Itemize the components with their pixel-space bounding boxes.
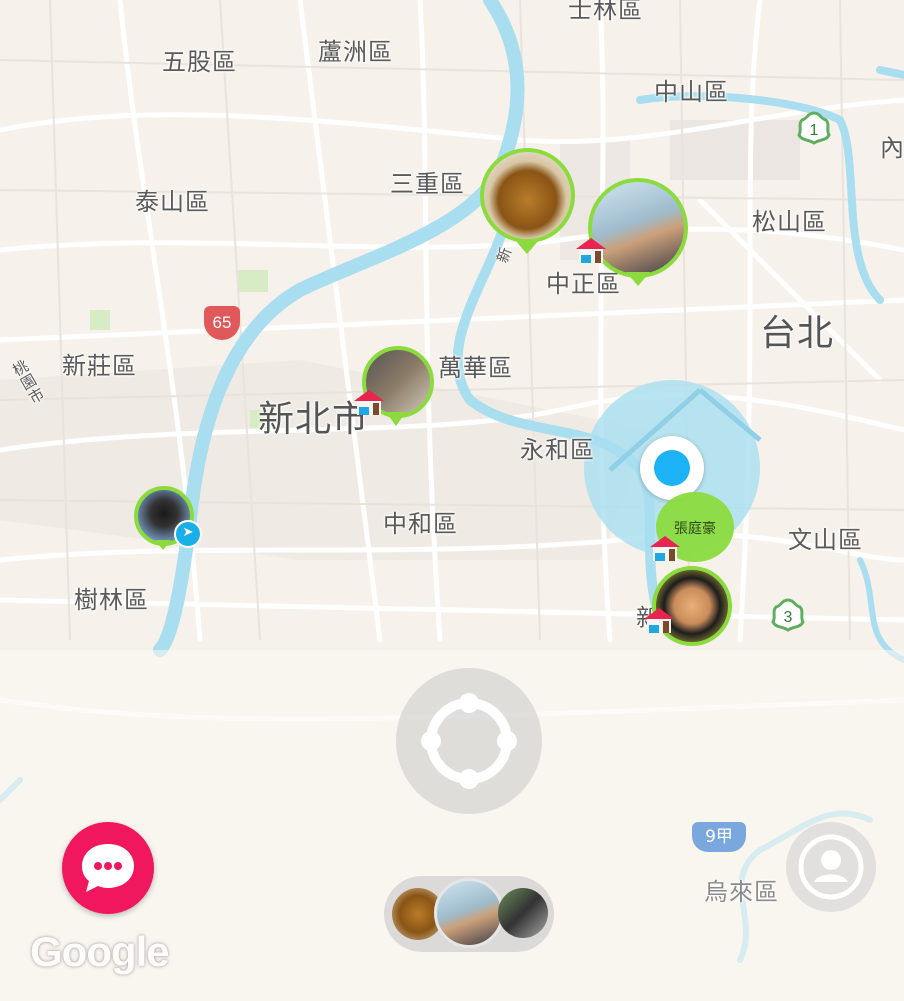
person-icon (798, 834, 864, 900)
profile-button[interactable] (786, 822, 876, 912)
district-label-sanchong: 三重區 (390, 170, 465, 198)
district-label-zhongshan: 中山區 (654, 78, 729, 106)
recenter-button[interactable] (396, 668, 542, 814)
district-label-zhonghe: 中和區 (383, 510, 458, 538)
friend-pin-food-photo[interactable] (480, 148, 575, 243)
google-attribution-logo: Google (30, 928, 170, 975)
svg-text:3: 3 (784, 609, 793, 626)
district-label-neihu: 內 (880, 134, 904, 162)
district-label-wugu: 五股區 (162, 48, 237, 76)
house-icon (576, 238, 606, 263)
route-3-shield: 3 (771, 598, 805, 632)
chat-bubble-icon (82, 844, 134, 892)
svg-text:1: 1 (810, 122, 819, 139)
district-label-wenshan: 文山區 (788, 526, 863, 554)
district-label-wanhua: 萬華區 (438, 354, 513, 382)
pin-pointer (626, 272, 650, 286)
current-location-dot-center (654, 450, 690, 486)
district-label-yonghe: 永和區 (520, 436, 595, 464)
chat-button[interactable] (62, 822, 154, 914)
route-1-shield: 1 (797, 111, 831, 145)
house-icon (650, 536, 680, 561)
pin-pointer (155, 540, 171, 550)
friend-avatar-bike[interactable] (498, 888, 548, 938)
pin-pointer (515, 240, 539, 254)
route-9a-shield: 9甲 (692, 822, 746, 852)
house-icon (644, 608, 674, 633)
map-app: 五股區 蘆洲區 士林區 中山區 內 泰山區 三重區 松山區 中正區 台北 新莊區… (0, 0, 904, 1001)
house-icon (354, 390, 384, 415)
crosshair-icon (421, 693, 517, 789)
pin-pointer (386, 412, 406, 426)
district-label-shulin: 樹林區 (74, 586, 149, 614)
district-label-shilin: 士林區 (568, 0, 643, 24)
district-label-wulai: 烏來區 (704, 878, 779, 906)
friends-stack[interactable] (384, 876, 554, 952)
city-label-taipei: 台北 (760, 313, 835, 354)
send-icon: ➤ (174, 520, 202, 548)
friend-avatar-man[interactable] (434, 878, 504, 948)
district-label-taishan: 泰山區 (135, 188, 210, 216)
district-label-luzhou: 蘆洲區 (318, 38, 393, 66)
district-label-xinzhuang: 新莊區 (62, 352, 137, 380)
district-label-songshan: 松山區 (752, 208, 827, 236)
